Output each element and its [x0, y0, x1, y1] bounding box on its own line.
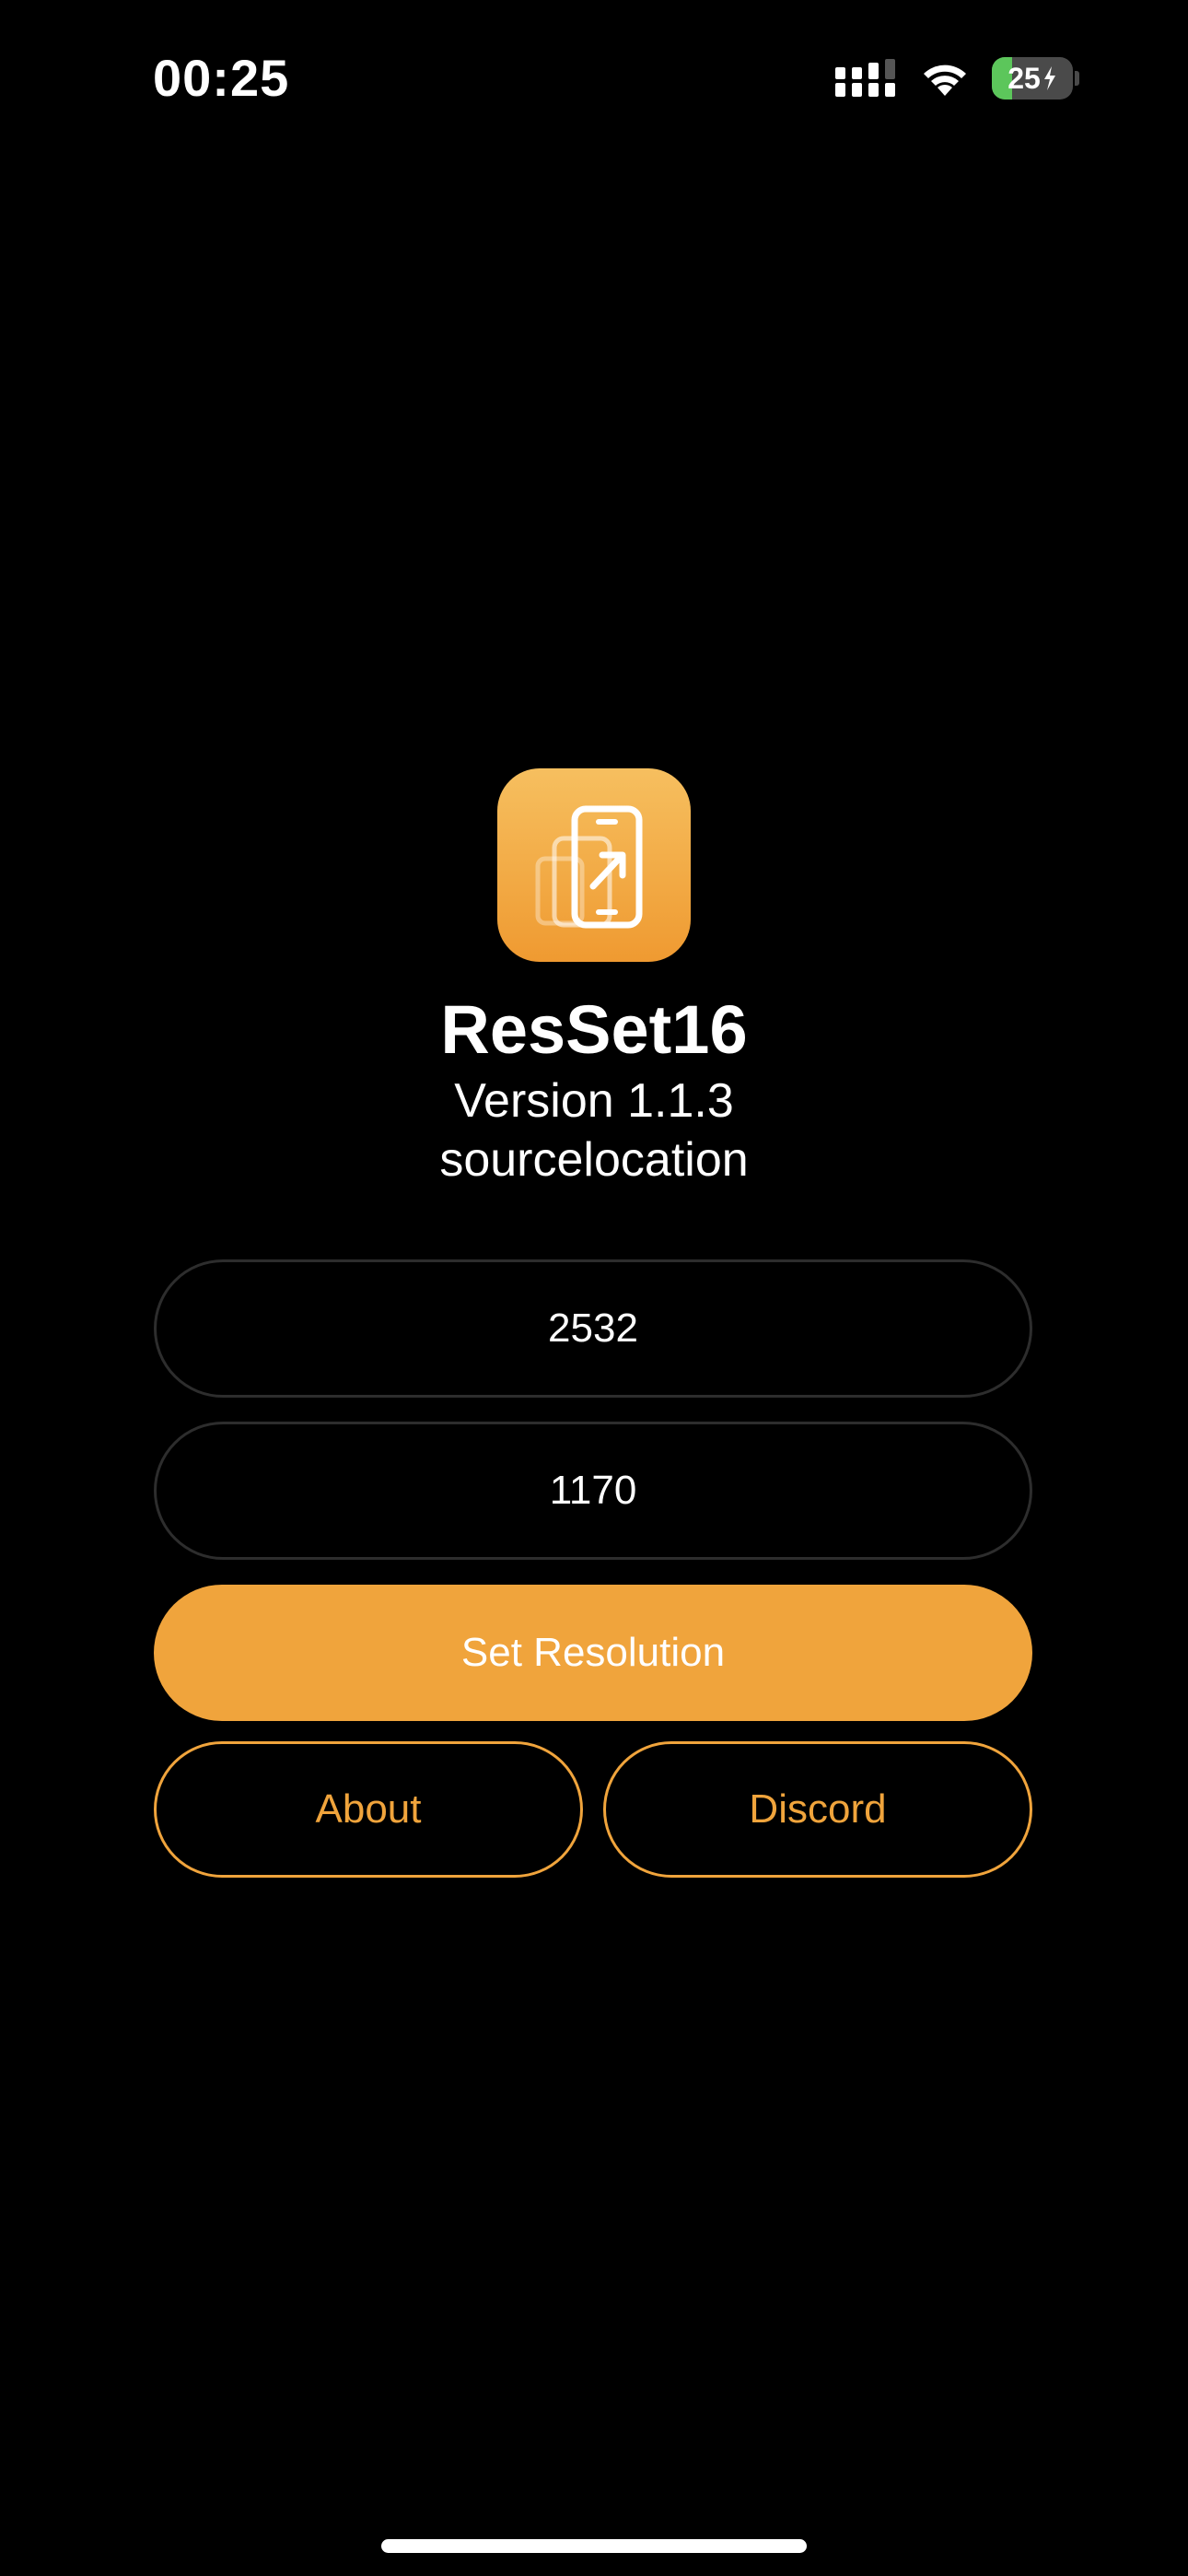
battery-percentage: 25	[1007, 61, 1041, 95]
home-indicator[interactable]	[381, 2539, 807, 2553]
charging-bolt-icon	[1043, 66, 1055, 90]
app-version: Version 1.1.3	[454, 1074, 734, 1128]
wifi-icon	[924, 64, 966, 96]
battery-icon: 25	[992, 57, 1073, 100]
status-bar: 00:25 25	[0, 0, 1188, 157]
status-time: 00:25	[153, 49, 290, 107]
width-input[interactable]	[154, 1422, 1032, 1560]
app-icon	[497, 768, 691, 962]
set-resolution-button[interactable]: Set Resolution	[154, 1585, 1032, 1721]
cellular-signal-icon	[835, 59, 895, 97]
battery-tip	[1075, 71, 1079, 86]
app-title: ResSet16	[440, 991, 748, 1068]
discord-button[interactable]: Discord	[603, 1741, 1032, 1878]
phone-resize-icon	[535, 805, 643, 929]
height-input[interactable]	[154, 1259, 1032, 1398]
about-button[interactable]: About	[154, 1741, 583, 1878]
status-icons: 25	[835, 57, 1079, 100]
app-author: sourcelocation	[439, 1133, 749, 1187]
